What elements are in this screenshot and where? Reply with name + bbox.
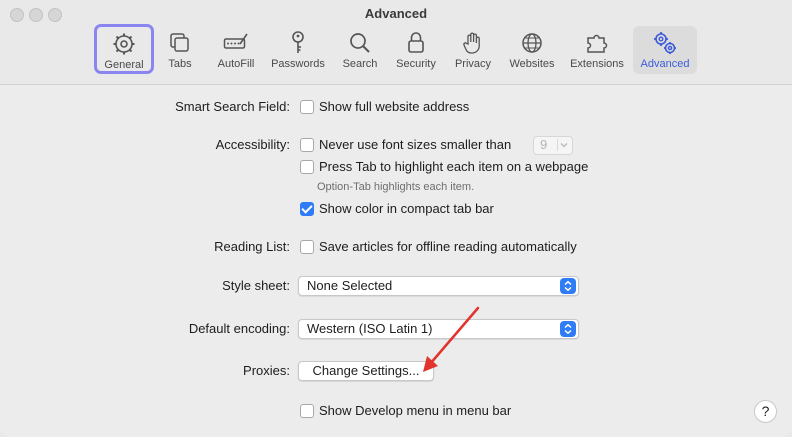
help-button[interactable]: ?	[754, 400, 777, 423]
tab-advanced[interactable]: Advanced	[633, 26, 697, 74]
default-encoding-label: Default encoding:	[188, 321, 290, 336]
tab-autofill[interactable]: AutoFill	[210, 26, 262, 74]
show-full-address-checkbox[interactable]	[300, 100, 314, 114]
smart-search-label: Smart Search Field:	[175, 99, 290, 114]
advanced-settings-pane: Smart Search Field: Show full website ad…	[0, 85, 792, 437]
title-bar: Advanced General Tabs AutoFill Passwords	[0, 0, 792, 85]
hand-icon	[463, 32, 480, 54]
tab-highlight-hint: Option-Tab highlights each item.	[317, 181, 475, 193]
tab-highlight-option[interactable]: Press Tab to highlight each item on a we…	[319, 159, 588, 174]
preferences-toolbar: General Tabs AutoFill Passwords Search S…	[0, 24, 792, 76]
tab-general-label: General	[104, 59, 144, 71]
tab-privacy-label: Privacy	[454, 58, 492, 70]
style-sheet-value: None Selected	[307, 278, 393, 293]
style-sheet-select[interactable]: None Selected	[298, 276, 579, 296]
key-icon	[292, 31, 304, 53]
gear-icon	[113, 33, 135, 55]
min-font-size-popup[interactable]: 9	[533, 136, 573, 155]
min-font-size-value: 9	[540, 137, 548, 152]
tab-advanced-label: Advanced	[640, 58, 690, 70]
tab-extensions-label: Extensions	[570, 58, 624, 70]
min-font-size-option[interactable]: Never use font sizes smaller than	[319, 137, 511, 152]
tab-search[interactable]: Search	[338, 26, 382, 74]
puzzle-icon	[587, 34, 608, 53]
annotation-arrow	[423, 306, 480, 372]
reading-list-label: Reading List:	[214, 239, 290, 254]
tab-tabs[interactable]: Tabs	[160, 26, 200, 74]
offline-reading-option[interactable]: Save articles for offline reading automa…	[319, 239, 577, 254]
tab-security-label: Security	[396, 58, 436, 70]
develop-menu-checkbox[interactable]	[300, 404, 314, 418]
tab-extensions[interactable]: Extensions	[566, 26, 628, 74]
tab-privacy[interactable]: Privacy	[450, 26, 496, 74]
develop-menu-option[interactable]: Show Develop menu in menu bar	[319, 403, 511, 418]
tab-security[interactable]: Security	[390, 26, 442, 74]
show-full-address-option[interactable]: Show full website address	[319, 99, 469, 114]
compact-tab-color-checkbox[interactable]	[300, 202, 314, 216]
updown-chevron-icon	[560, 321, 576, 337]
accessibility-label: Accessibility:	[215, 137, 290, 152]
tab-search-label: Search	[342, 58, 378, 70]
tab-websites-label: Websites	[509, 58, 555, 70]
min-font-size-checkbox[interactable]	[300, 138, 314, 152]
window-title: Advanced	[364, 6, 428, 21]
tab-tabs-label: Tabs	[168, 58, 192, 70]
autofill-icon	[223, 33, 248, 49]
tab-passwords[interactable]: Passwords	[268, 26, 328, 74]
lock-icon	[408, 32, 424, 53]
compact-tab-color-option[interactable]: Show color in compact tab bar	[319, 201, 494, 216]
tab-general[interactable]: General	[94, 24, 154, 74]
tab-passwords-label: Passwords	[271, 58, 325, 70]
tab-autofill-label: AutoFill	[217, 58, 255, 70]
tab-highlight-checkbox[interactable]	[300, 160, 314, 174]
gears-icon	[654, 32, 676, 54]
style-sheet-label: Style sheet:	[222, 278, 290, 293]
tabs-icon	[170, 33, 189, 52]
preferences-window: Advanced General Tabs AutoFill Passwords	[0, 0, 792, 437]
updown-chevron-icon	[560, 278, 576, 294]
proxies-label: Proxies:	[243, 363, 290, 378]
search-icon	[350, 33, 370, 53]
chevron-down-icon	[557, 139, 568, 151]
tab-websites[interactable]: Websites	[504, 26, 560, 74]
offline-reading-checkbox[interactable]	[300, 240, 314, 254]
globe-icon	[522, 33, 542, 53]
